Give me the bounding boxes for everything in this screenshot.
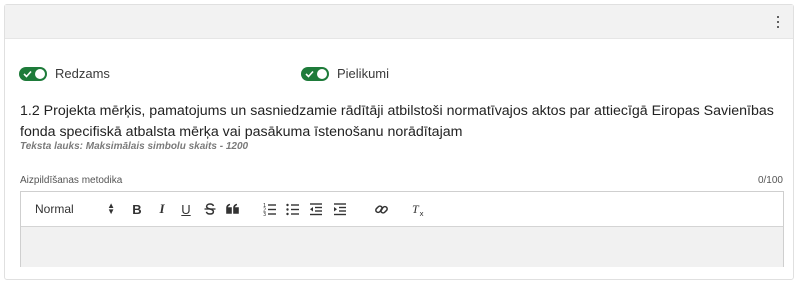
blockquote-icon[interactable] [224, 192, 242, 226]
link-icon[interactable] [372, 192, 390, 226]
editor-content-area[interactable] [21, 227, 783, 267]
ordered-list-icon[interactable]: 123 [261, 192, 279, 226]
check-icon [23, 70, 32, 78]
svg-text:3: 3 [263, 212, 266, 216]
clear-format-icon[interactable]: Tx [409, 192, 427, 226]
kebab-menu-icon[interactable] [773, 14, 783, 30]
question-title: 1.2 Projekta mērķis, pamatojums un sasni… [20, 103, 774, 140]
format-select[interactable]: Normal ▲ ▼ [35, 192, 115, 226]
attachments-switch[interactable] [301, 66, 329, 81]
rich-text-editor: Normal ▲ ▼ B I U 123 T x [20, 191, 784, 267]
question-hint: Teksta lauks: Maksimālais simbolu skaits… [20, 141, 249, 152]
bullet-list-icon[interactable] [284, 192, 302, 226]
editor-toolbar: Normal ▲ ▼ B I U 123 T x [21, 192, 783, 227]
visible-toggle-label: Redzams [55, 66, 110, 81]
toggle-row: Redzams Pielikumi [19, 66, 779, 84]
check-icon [305, 70, 314, 78]
card-header [5, 5, 793, 39]
form-field-card: Redzams Pielikumi 1.2 Projekta mērķis, p… [4, 4, 794, 280]
visible-toggle[interactable]: Redzams [19, 66, 110, 81]
updown-icon: ▲ ▼ [107, 201, 115, 216]
underline-icon[interactable]: U [178, 192, 194, 226]
svg-text:x: x [419, 210, 423, 217]
outdent-icon[interactable] [307, 192, 325, 226]
indent-icon[interactable] [331, 192, 349, 226]
strikethrough-icon[interactable] [201, 192, 219, 226]
italic-icon[interactable]: I [155, 192, 169, 226]
attachments-toggle-label: Pielikumi [337, 66, 390, 81]
char-counter: 0/100 [757, 175, 783, 186]
format-select-value: Normal [35, 202, 74, 216]
attachments-toggle[interactable]: Pielikumi [301, 66, 389, 81]
editor-label: Aizpildīšanas metodika [20, 175, 123, 186]
bold-icon[interactable]: B [129, 192, 145, 226]
visible-switch[interactable] [19, 66, 47, 81]
